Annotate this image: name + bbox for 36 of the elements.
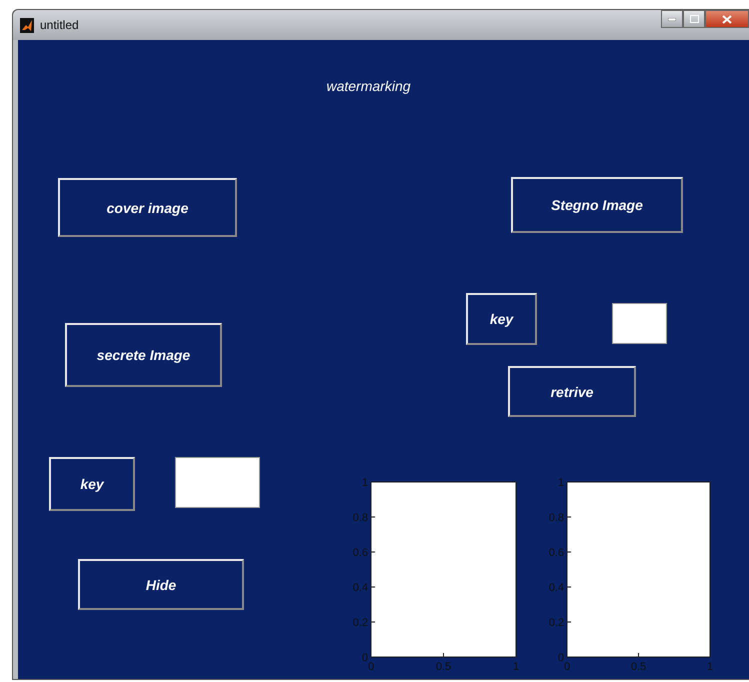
- window-title: untitled: [40, 18, 79, 32]
- push-button[interactable]: Hide: [78, 559, 244, 610]
- maximize-icon: [690, 15, 698, 23]
- push-button[interactable]: key: [49, 457, 135, 511]
- close-button[interactable]: [705, 10, 749, 28]
- minimize-icon: [668, 18, 676, 20]
- x-tick-label: 0.5: [436, 661, 452, 673]
- x-tick-label: 0.5: [630, 661, 646, 673]
- y-tick-label: 0.8: [352, 512, 368, 524]
- push-button[interactable]: retrive: [508, 366, 636, 417]
- y-tick-label: 1: [362, 477, 368, 489]
- y-tick-label: 0: [362, 652, 368, 664]
- x-tick-label: 0: [368, 661, 374, 673]
- y-tick-label: 0.2: [548, 617, 564, 629]
- y-tick-label: 1: [558, 477, 564, 489]
- y-tick-label: 0.4: [548, 582, 564, 594]
- x-tick-label: 1: [512, 661, 520, 673]
- push-button[interactable]: key: [466, 293, 537, 345]
- x-tick-label: 1: [706, 661, 714, 673]
- input-field[interactable]: [175, 457, 260, 508]
- input-field[interactable]: [612, 303, 667, 344]
- push-button[interactable]: secrete Image: [65, 323, 222, 387]
- minimize-button[interactable]: [661, 10, 683, 28]
- x-tick-label: 0: [564, 661, 570, 673]
- y-tick-label: 0.6: [548, 547, 564, 559]
- push-button[interactable]: Stegno Image: [511, 177, 683, 233]
- figure-heading: watermarking: [325, 78, 412, 94]
- push-button[interactable]: cover image: [58, 178, 237, 237]
- close-icon: [722, 14, 732, 24]
- y-tick-label: 0.8: [548, 512, 564, 524]
- y-tick-label: 0.4: [352, 582, 368, 594]
- maximize-button[interactable]: [683, 10, 705, 28]
- app-icon: [20, 18, 34, 32]
- y-tick-label: 0.2: [352, 617, 368, 629]
- y-tick-label: 0: [558, 652, 564, 664]
- y-tick-label: 0.6: [352, 547, 368, 559]
